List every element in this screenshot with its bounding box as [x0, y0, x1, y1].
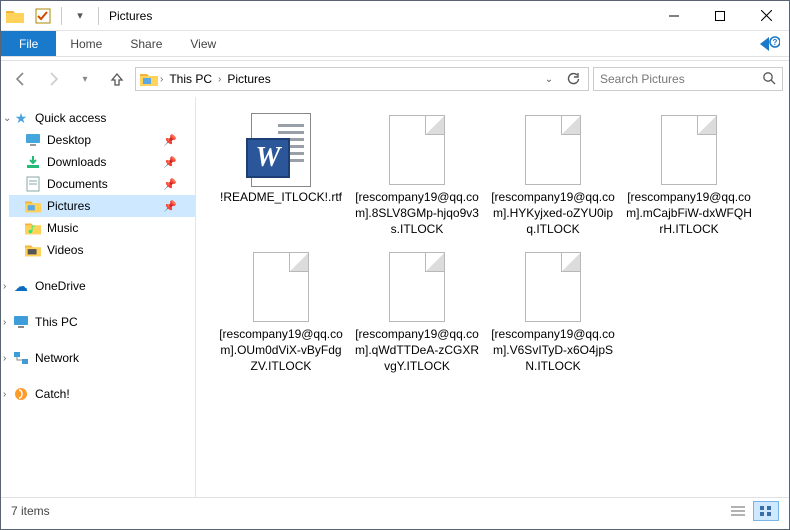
folder-icon	[25, 176, 41, 192]
generic-file-icon	[253, 252, 309, 322]
onedrive-item[interactable]: › ☁ OneDrive	[9, 275, 195, 297]
nav-up-button[interactable]	[103, 66, 131, 92]
nav-forward-button[interactable]	[39, 66, 67, 92]
search-placeholder: Search Pictures	[600, 72, 756, 86]
maximize-button[interactable]	[697, 1, 743, 31]
file-name: [rescompany19@qq.com].OUm0dViX-vByFdgZV.…	[216, 326, 346, 375]
chevron-right-icon[interactable]: ›	[3, 281, 6, 292]
generic-file-icon	[661, 115, 717, 185]
close-button[interactable]	[743, 1, 789, 31]
window-title: Pictures	[109, 9, 152, 23]
nav-back-button[interactable]	[7, 66, 35, 92]
network-icon	[13, 350, 29, 366]
sidebar-item-label: Music	[47, 221, 78, 235]
sidebar-item-documents[interactable]: Documents 📌	[9, 173, 195, 195]
file-name: [rescompany19@qq.com].qWdTTDeA-zCGXRvgY.…	[352, 326, 482, 375]
catch-item[interactable]: › Catch!	[9, 383, 195, 405]
title-bar: ▾ Pictures	[1, 1, 789, 31]
status-bar: 7 items	[1, 497, 789, 523]
network-item[interactable]: › Network	[9, 347, 195, 369]
details-view-button[interactable]	[725, 501, 751, 521]
chevron-right-icon[interactable]: ›	[3, 389, 6, 400]
folder-icon	[25, 242, 41, 258]
catch-icon	[13, 386, 29, 402]
folder-icon	[25, 132, 41, 148]
sidebar-item-videos[interactable]: Videos	[9, 239, 195, 261]
pin-icon: 📌	[163, 134, 177, 147]
qat-dropdown-icon[interactable]: ▾	[68, 4, 92, 28]
sidebar-item-label: Pictures	[47, 199, 90, 213]
sidebar-item-label: Desktop	[47, 133, 91, 147]
pin-icon: 📌	[163, 200, 177, 213]
sidebar-item-music[interactable]: Music	[9, 217, 195, 239]
folder-icon	[25, 154, 41, 170]
file-name: [rescompany19@qq.com].8SLV8GMp-hjqo9v3s.…	[352, 189, 482, 238]
sidebar-item-pictures[interactable]: Pictures 📌	[9, 195, 195, 217]
file-name: [rescompany19@qq.com].V6SvITyD-x6O4jpSN.…	[488, 326, 618, 375]
icons-view-button[interactable]	[753, 501, 779, 521]
file-name: [rescompany19@qq.com].HYKyjxed-oZYU0ipq.…	[488, 189, 618, 238]
ribbon-tabs: File Home Share View ?	[1, 31, 789, 57]
window-controls	[651, 1, 789, 31]
monitor-icon	[13, 314, 29, 330]
tab-home[interactable]: Home	[56, 31, 116, 56]
word-document-icon: W	[251, 113, 311, 187]
file-list[interactable]: W !README_ITLOCK!.rtf [rescompany19@qq.com…	[196, 97, 789, 497]
generic-file-icon	[525, 115, 581, 185]
refresh-button[interactable]	[562, 72, 584, 86]
thispc-item[interactable]: › This PC	[9, 311, 195, 333]
item-count: 7 items	[11, 504, 50, 518]
chevron-right-icon[interactable]: ›	[160, 74, 163, 85]
pictures-folder-icon	[140, 72, 158, 86]
sidebar-item-label: Videos	[47, 243, 83, 257]
breadcrumb-current[interactable]: Pictures	[223, 72, 274, 86]
navigation-pane: ⌄ ★ Quick access Desktop📌Downloads📌Docum…	[1, 97, 196, 497]
search-box[interactable]: Search Pictures	[593, 67, 783, 91]
chevron-right-icon[interactable]: ›	[3, 317, 6, 328]
pin-icon: 📌	[163, 156, 177, 169]
chevron-right-icon[interactable]: ›	[218, 74, 221, 85]
sidebar-item-label: Documents	[47, 177, 108, 191]
file-item[interactable]: [rescompany19@qq.com].8SLV8GMp-hjqo9v3s.…	[352, 111, 482, 238]
chevron-right-icon[interactable]: ›	[3, 353, 6, 364]
svg-text:?: ?	[773, 38, 778, 47]
breadcrumb-thispc[interactable]: This PC	[165, 72, 216, 86]
file-name: !README_ITLOCK!.rtf	[218, 189, 344, 205]
generic-file-icon	[525, 252, 581, 322]
sidebar-item-label: Downloads	[47, 155, 106, 169]
folder-icon	[25, 220, 41, 236]
folder-app-icon	[3, 4, 27, 28]
file-item[interactable]: [rescompany19@qq.com].V6SvITyD-x6O4jpSN.…	[488, 248, 618, 375]
pin-icon: 📌	[163, 178, 177, 191]
search-icon[interactable]	[762, 71, 776, 88]
file-item[interactable]: [rescompany19@qq.com].OUm0dViX-vByFdgZV.…	[216, 248, 346, 375]
sidebar-item-desktop[interactable]: Desktop 📌	[9, 129, 195, 151]
file-tab[interactable]: File	[1, 31, 56, 56]
cloud-icon: ☁	[13, 278, 29, 294]
file-item[interactable]: [rescompany19@qq.com].mCajbFiW-dxWFQHrH.…	[624, 111, 754, 238]
generic-file-icon	[389, 252, 445, 322]
file-item[interactable]: [rescompany19@qq.com].qWdTTDeA-zCGXRvgY.…	[352, 248, 482, 375]
address-dropdown-icon[interactable]: ⌄	[538, 74, 560, 85]
ribbon-help-icon[interactable]: ?	[749, 31, 789, 56]
quick-access-toolbar: ▾	[1, 1, 103, 30]
star-icon: ★	[13, 110, 29, 126]
navigation-row: ▾ › This PC › Pictures ⌄ Search Pictures	[1, 61, 789, 97]
sidebar-item-downloads[interactable]: Downloads 📌	[9, 151, 195, 173]
address-bar[interactable]: › This PC › Pictures ⌄	[135, 67, 589, 91]
chevron-down-icon[interactable]: ⌄	[3, 113, 11, 124]
nav-recent-dropdown[interactable]: ▾	[71, 66, 99, 92]
minimize-button[interactable]	[651, 1, 697, 31]
tab-view[interactable]: View	[176, 31, 230, 56]
quick-access-header[interactable]: ⌄ ★ Quick access	[9, 107, 195, 129]
file-item[interactable]: [rescompany19@qq.com].HYKyjxed-oZYU0ipq.…	[488, 111, 618, 238]
tab-share[interactable]: Share	[116, 31, 176, 56]
file-name: [rescompany19@qq.com].mCajbFiW-dxWFQHrH.…	[624, 189, 754, 238]
folder-icon	[25, 198, 41, 214]
file-item[interactable]: W !README_ITLOCK!.rtf	[216, 111, 346, 238]
generic-file-icon	[389, 115, 445, 185]
properties-checkbox-icon[interactable]	[31, 4, 55, 28]
